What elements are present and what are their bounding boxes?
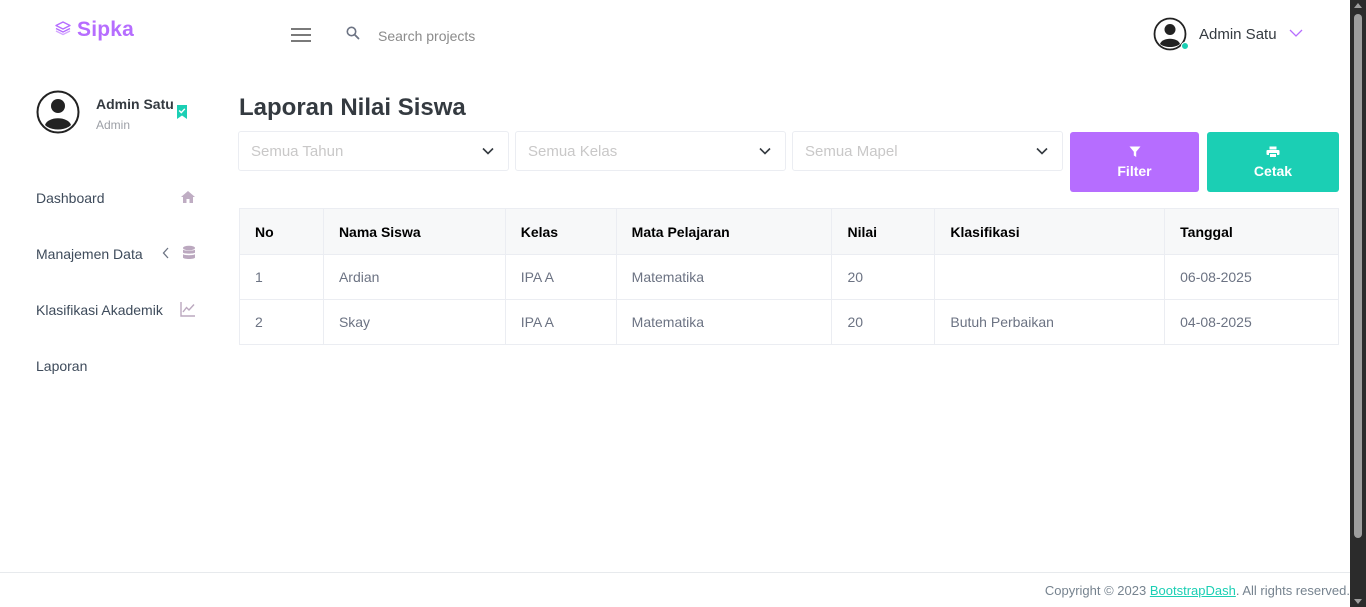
table-cell: 06-08-2025 <box>1164 254 1339 300</box>
table-cell <box>934 254 1166 300</box>
table-cell: Matematika <box>615 254 833 300</box>
sidebar-item-label: Laporan <box>36 358 88 374</box>
print-button-label: Cetak <box>1253 163 1293 179</box>
table-header-row: No Nama Siswa Kelas Mata Pelajaran Nilai… <box>239 208 1339 255</box>
footer-copyright: Copyright © 2023 BootstrapDash. All righ… <box>1045 583 1350 598</box>
avatar <box>1153 17 1189 51</box>
year-select[interactable]: Semua Tahun <box>238 131 509 171</box>
chevron-down-icon <box>1289 25 1303 43</box>
page-title: Laporan Nilai Siswa <box>239 94 466 121</box>
sidebar-item-label: Dashboard <box>36 190 105 206</box>
table-cell: IPA A <box>504 299 617 345</box>
table-row: 1 Ardian IPA A Matematika 20 06-08-2025 <box>239 254 1339 300</box>
column-header: Tanggal <box>1164 208 1339 255</box>
sidebar-profile-name: Admin Satu <box>96 96 174 112</box>
table-cell: 20 <box>831 299 936 345</box>
table-cell: IPA A <box>504 254 617 300</box>
class-select[interactable]: Semua Kelas <box>515 131 786 171</box>
hamburger-icon[interactable] <box>290 24 312 46</box>
sidebar-item-klasifikasi-akademik[interactable]: Klasifikasi Akademik <box>36 282 196 338</box>
table-cell: 04-08-2025 <box>1164 299 1339 345</box>
brand-logo[interactable]: Sipka <box>55 18 134 42</box>
filter-icon <box>1129 145 1141 161</box>
scroll-down-arrow[interactable] <box>1354 599 1362 604</box>
filter-button-label: Filter <box>1117 163 1152 179</box>
nav-profile-name: Admin Satu <box>1199 25 1277 43</box>
user-avatar-icon <box>36 90 80 139</box>
brand-name: Sipka <box>77 18 135 41</box>
table-cell: Skay <box>322 299 506 345</box>
online-status-dot <box>1181 42 1189 50</box>
table-cell: 1 <box>239 254 324 300</box>
chart-line-icon <box>180 301 196 320</box>
table-cell: Matematika <box>615 299 833 345</box>
scroll-up-arrow[interactable] <box>1354 3 1362 8</box>
home-icon <box>180 189 196 208</box>
database-icon <box>182 245 196 264</box>
footer-suffix: . All rights reserved. <box>1235 583 1350 598</box>
sidebar-item-label: Manajemen Data <box>36 246 143 262</box>
footer-prefix: Copyright © 2023 <box>1044 583 1150 598</box>
sidebar-item-manajemen-data[interactable]: Manajemen Data <box>36 226 196 282</box>
search-input[interactable] <box>378 27 598 44</box>
sidebar-item-dashboard[interactable]: Dashboard <box>36 170 196 226</box>
filter-button[interactable]: Filter <box>1070 132 1199 192</box>
subject-select[interactable]: Semua Mapel <box>792 131 1063 171</box>
sidebar-profile-role: Admin <box>96 118 131 132</box>
table-row: 2 Skay IPA A Matematika 20 Butuh Perbaik… <box>239 299 1339 345</box>
nav-profile-dropdown[interactable]: Admin Satu <box>1153 17 1303 51</box>
scrollbar-thumb[interactable] <box>1354 14 1362 538</box>
top-navbar: Sipka Admin Satu <box>0 0 1350 70</box>
column-header: Nama Siswa <box>322 208 506 255</box>
table-cell: 20 <box>831 254 936 300</box>
printer-icon <box>1266 145 1280 161</box>
search-bar <box>344 24 598 47</box>
search-icon <box>344 24 362 47</box>
footer-link[interactable]: BootstrapDash <box>1150 583 1236 598</box>
column-header: Kelas <box>504 208 617 255</box>
chevron-down-icon <box>1036 142 1048 160</box>
sidebar-nav: Dashboard Manajemen Data Klasifikasi Aka… <box>36 170 196 394</box>
subject-select-value: Semua Mapel <box>805 142 898 160</box>
chevron-left-icon <box>162 246 170 262</box>
sidebar: Admin Satu Admin Dashboard Manajemen Dat… <box>0 70 215 570</box>
footer: Copyright © 2023 BootstrapDash. All righ… <box>0 572 1350 607</box>
table-cell: Ardian <box>322 254 506 300</box>
column-header: Nilai <box>831 208 936 255</box>
layers-icon <box>55 20 71 41</box>
column-header: Klasifikasi <box>934 208 1166 255</box>
year-select-value: Semua Tahun <box>251 142 344 160</box>
chevron-down-icon <box>482 142 494 160</box>
chevron-down-icon <box>759 142 771 160</box>
sidebar-profile[interactable]: Admin Satu Admin <box>36 90 187 139</box>
table-cell: 2 <box>239 299 324 345</box>
bookmark-check-icon <box>176 105 188 124</box>
report-table: No Nama Siswa Kelas Mata Pelajaran Nilai… <box>239 208 1339 345</box>
sidebar-item-laporan[interactable]: Laporan <box>36 338 196 394</box>
print-button[interactable]: Cetak <box>1207 132 1339 192</box>
column-header: Mata Pelajaran <box>615 208 833 255</box>
table-cell: Butuh Perbaikan <box>934 299 1166 345</box>
column-header: No <box>239 208 324 255</box>
class-select-value: Semua Kelas <box>528 142 618 160</box>
sidebar-item-label: Klasifikasi Akademik <box>36 302 163 318</box>
vertical-scrollbar[interactable] <box>1350 0 1366 607</box>
